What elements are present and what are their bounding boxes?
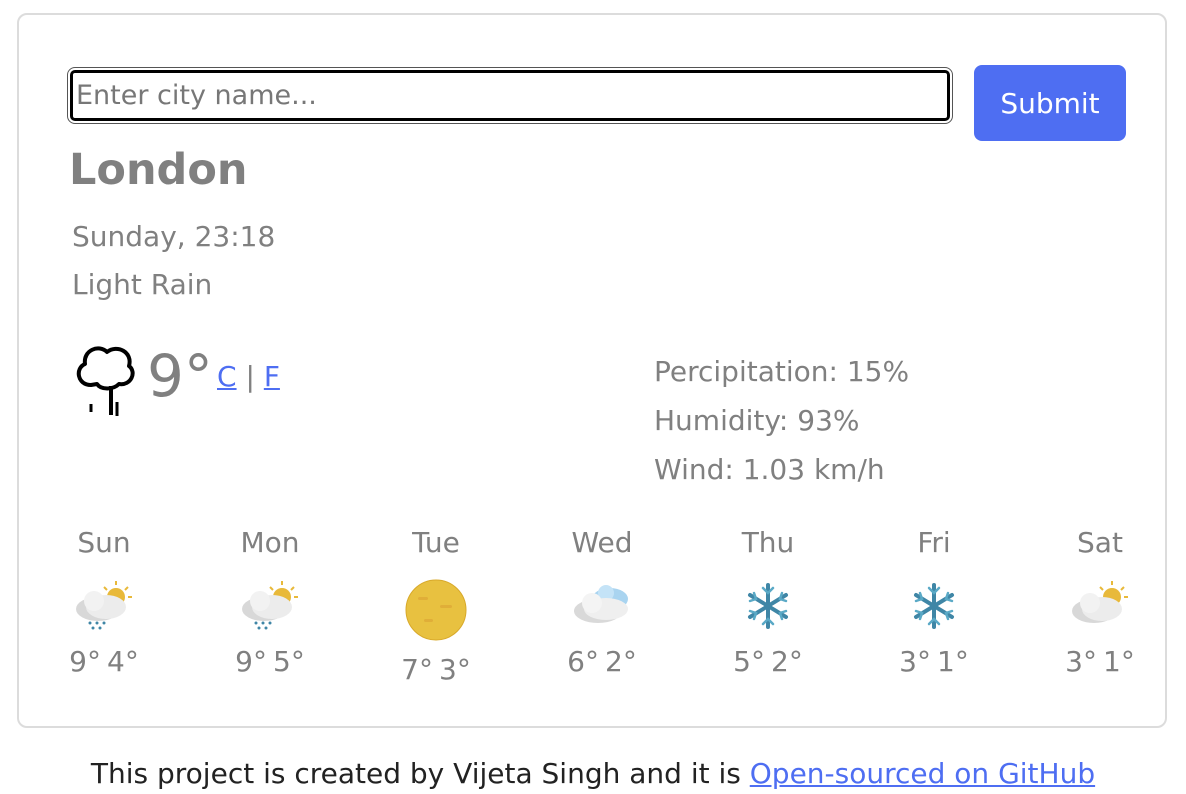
unit-toggle: C | F xyxy=(217,360,280,393)
forecast-day: Wed 6° 2° xyxy=(527,525,677,678)
submit-button[interactable]: Submit xyxy=(974,65,1126,141)
weather-details: Percipitation: 15% Humidity: 93% Wind: 1… xyxy=(654,347,909,494)
weather-card: Submit London Sunday, 23:18 Light Rain 9… xyxy=(17,13,1167,728)
wind-value: Wind: 1.03 km/h xyxy=(654,453,885,486)
forecast-high: 3° xyxy=(1065,645,1097,678)
forecast-day-name: Mon xyxy=(240,526,300,559)
forecast-temps: 9° 5° xyxy=(195,645,345,678)
forecast-low: 5° xyxy=(273,645,305,678)
snowflake-icon xyxy=(748,583,788,629)
forecast-temps: 3° 1° xyxy=(859,645,1009,678)
forecast-day-name: Wed xyxy=(571,526,633,559)
city-search-input[interactable] xyxy=(67,67,953,124)
cloud-icon xyxy=(574,585,628,623)
forecast-high: 9° xyxy=(69,645,101,678)
forecast-day: Mon 9° 5° xyxy=(195,525,345,678)
rain-cloud-outline-icon xyxy=(76,346,135,416)
forecast-high: 9° xyxy=(235,645,267,678)
celsius-link[interactable]: C xyxy=(217,360,237,393)
forecast-row: Sun 9° 4° Mon 9° 5° Tue 7° 3° Wed 6° 2° … xyxy=(29,525,1186,725)
forecast-temps: 7° 3° xyxy=(361,653,511,686)
forecast-day-name: Sun xyxy=(77,526,131,559)
sun-cloud-rain-icon xyxy=(76,581,132,630)
footer: This project is created by Vijeta Singh … xyxy=(0,757,1186,790)
city-name: London xyxy=(69,145,248,195)
forecast-high: 6° xyxy=(567,645,599,678)
forecast-temps: 9° 4° xyxy=(29,645,179,678)
forecast-day-name: Fri xyxy=(917,526,951,559)
github-link[interactable]: Open-sourced on GitHub xyxy=(750,757,1095,790)
forecast-low: 1° xyxy=(1103,645,1135,678)
forecast-day-name: Tue xyxy=(412,526,460,559)
current-temperature: 9° xyxy=(147,342,213,410)
forecast-high: 7° xyxy=(401,653,433,686)
sun-cloud-rain-icon xyxy=(242,581,298,630)
current-datetime: Sunday, 23:18 xyxy=(72,220,276,253)
forecast-low: 2° xyxy=(771,645,803,678)
forecast-day-name: Sat xyxy=(1077,526,1123,559)
forecast-temps: 3° 1° xyxy=(1025,645,1175,678)
forecast-low: 2° xyxy=(605,645,637,678)
fahrenheit-link[interactable]: F xyxy=(264,360,280,393)
forecast-temps: 6° 2° xyxy=(527,645,677,678)
forecast-low: 1° xyxy=(937,645,969,678)
sun-icon xyxy=(405,579,467,641)
forecast-high: 3° xyxy=(899,645,931,678)
forecast-day: Fri 3° 1° xyxy=(859,525,1009,678)
forecast-day: Sun 9° 4° xyxy=(29,525,179,678)
footer-text: This project is created by Vijeta Singh … xyxy=(90,757,750,790)
forecast-day-name: Thu xyxy=(741,526,795,559)
snowflake-icon xyxy=(914,583,954,629)
weather-description: Light Rain xyxy=(72,268,213,301)
forecast-day: Tue 7° 3° xyxy=(361,525,511,686)
humidity-value: Humidity: 93% xyxy=(654,404,860,437)
forecast-low: 4° xyxy=(107,645,139,678)
forecast-low: 3° xyxy=(439,653,471,686)
forecast-temps: 5° 2° xyxy=(693,645,843,678)
sun-cloud-icon xyxy=(1072,581,1128,623)
unit-separator: | xyxy=(245,360,255,393)
forecast-day: Thu 5° 2° xyxy=(693,525,843,678)
forecast-day: Sat 3° 1° xyxy=(1025,525,1175,678)
precipitation-value: Percipitation: 15% xyxy=(654,355,910,388)
forecast-high: 5° xyxy=(733,645,765,678)
